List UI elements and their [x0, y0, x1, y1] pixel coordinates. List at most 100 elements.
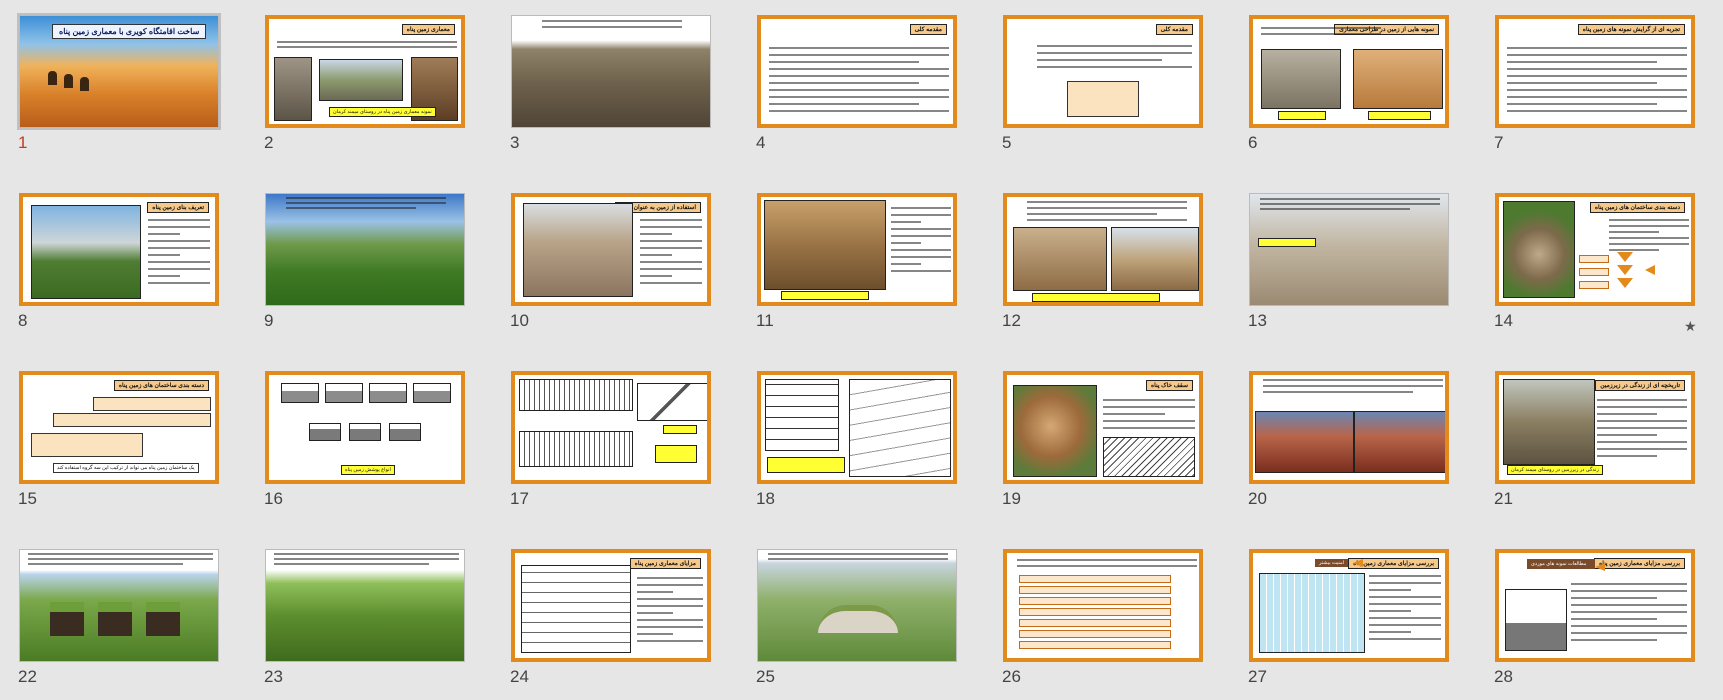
caption-box: [1278, 111, 1326, 120]
text-line: [1261, 27, 1381, 29]
slide-thumbnail-21[interactable]: تاریخچه ای از زندگی در زیرزمین زندگی در ز…: [1495, 371, 1695, 484]
text-line: [769, 68, 949, 70]
slide-thumbnail-28[interactable]: بررسی مزایای معماری زمین پناه مطالعات نمو…: [1495, 549, 1695, 662]
text-line: [640, 233, 672, 235]
slide-thumbnail-11[interactable]: [757, 193, 957, 306]
slide-thumbnail-8[interactable]: تعریف بنای زمین پناه: [19, 193, 219, 306]
slide-number: 1: [18, 133, 28, 152]
text-line: [1597, 441, 1687, 443]
text-line: [148, 226, 210, 228]
slide-thumbnail-13[interactable]: [1249, 193, 1449, 306]
slide-thumbnail-16[interactable]: انواع پوشش زمین پناه: [265, 371, 465, 484]
slide-thumbnail-26[interactable]: [1003, 549, 1203, 662]
slide-thumbnail-14[interactable]: دسته بندی ساختمان های زمین پناه: [1495, 193, 1695, 306]
section-diagram: [521, 565, 631, 653]
city-photo: [1250, 194, 1448, 305]
chevron-down-icon: [1617, 278, 1633, 288]
text-line: [1263, 379, 1443, 381]
caption-box: [767, 457, 845, 473]
list-box: [1019, 619, 1171, 627]
slide-number: 16: [264, 489, 283, 508]
slide-thumbnail-20[interactable]: [1249, 371, 1449, 484]
text-line: [1507, 54, 1687, 56]
text-line: [637, 612, 673, 614]
text-line: [891, 270, 951, 272]
slide-thumbnail-17[interactable]: [511, 371, 711, 484]
text-line: [1027, 207, 1187, 209]
text-line: [148, 254, 180, 256]
text-line: [1609, 231, 1659, 233]
text-line: [1369, 617, 1441, 619]
text-line: [1609, 249, 1659, 251]
slide-thumbnail-5[interactable]: مقدمه کلی: [1003, 15, 1203, 128]
slide-thumbnail-2[interactable]: معماری زمین پناه نمونه معماری زمین پناه د…: [265, 15, 465, 128]
text-line: [1369, 589, 1411, 591]
text-line: [1263, 391, 1413, 393]
text-line: [148, 219, 210, 221]
slide-title: تاریخچه ای از زندگی در زیرزمین: [1595, 380, 1685, 391]
text-line: [148, 247, 210, 249]
slide-thumbnail-9[interactable]: [265, 193, 465, 306]
category-box: [1579, 268, 1609, 276]
slide-thumbnail-24[interactable]: مزایای معماری زمین پناه: [511, 549, 711, 662]
slide-thumbnail-7[interactable]: تجربه ای از گرایش نمونه های زمین پناه: [1495, 15, 1695, 128]
text-line: [274, 553, 459, 555]
text-line: [148, 268, 210, 270]
slide-thumbnail-1[interactable]: ساخت اقامتگاه کویری با معماری زمین پناه: [19, 15, 219, 128]
slide-number: 19: [1002, 489, 1021, 508]
text-line: [891, 242, 921, 244]
text-line: [1037, 59, 1162, 61]
slide-thumbnail-6[interactable]: نمونه هایی از زمین در طراحی معماری: [1249, 15, 1449, 128]
text-line: [1571, 618, 1657, 620]
text-line: [1609, 243, 1689, 245]
slide-thumbnail-4[interactable]: مقدمه کلی: [757, 15, 957, 128]
slide-thumbnail-10[interactable]: استفاده از زمین به عنوان عایق: [511, 193, 711, 306]
slide-thumbnail-18[interactable]: [757, 371, 957, 484]
text-line: [286, 202, 446, 204]
photo-dune-house: [523, 203, 633, 297]
slide-thumbnail-23[interactable]: [265, 549, 465, 662]
house-shape: [818, 605, 898, 633]
text-line: [1507, 75, 1687, 77]
text-line: [28, 553, 213, 555]
text-line: [1597, 434, 1657, 436]
slide-number: 5: [1002, 133, 1012, 152]
caption-box: [781, 291, 869, 300]
text-line: [1027, 201, 1187, 203]
photo-courtyard: [1013, 227, 1107, 291]
slide-title: مقدمه کلی: [1155, 24, 1193, 35]
text-line: [637, 640, 703, 642]
slide-thumbnail-15[interactable]: دسته بندی ساختمان های زمین پناه یک ساختما…: [19, 371, 219, 484]
label-box: امنیت بیشتر: [1315, 559, 1349, 567]
text-line: [640, 261, 702, 263]
text-line: [1369, 610, 1411, 612]
slide-number: 26: [1002, 667, 1021, 686]
text-line: [1507, 103, 1657, 105]
slide-thumbnail-27[interactable]: بررسی مزایای معماری زمین پناه امنیت بیشتر: [1249, 549, 1449, 662]
text-line: [640, 219, 702, 221]
slide-thumbnail-25[interactable]: [757, 549, 957, 662]
caption-box: [1032, 293, 1160, 302]
slide-thumbnail-3[interactable]: [511, 15, 711, 128]
text-line: [1571, 604, 1687, 606]
slide-title: بررسی مزایای معماری زمین پناه: [1594, 558, 1685, 569]
rocky-photo: [512, 16, 710, 127]
text-line: [286, 197, 446, 199]
animation-star-icon[interactable]: ★: [1684, 318, 1697, 335]
text-line: [891, 214, 951, 216]
section-drawing: [349, 423, 381, 441]
slide-thumbnail-22[interactable]: [19, 549, 219, 662]
text-line: [1597, 399, 1687, 401]
section-drawing: [325, 383, 363, 403]
roof-sketch: [1103, 437, 1195, 477]
text-line: [1507, 61, 1657, 63]
slide-title: معماری زمین پناه: [401, 24, 455, 35]
slide-number: 6: [1248, 133, 1258, 152]
text-line: [1103, 399, 1195, 401]
section-sketch: [1013, 385, 1097, 477]
slide-thumbnail-12[interactable]: [1003, 193, 1203, 306]
slide-thumbnail-19[interactable]: سقف خاک پناه: [1003, 371, 1203, 484]
caption-box: [655, 445, 697, 463]
text-line: [1571, 583, 1687, 585]
text-box: [31, 433, 143, 457]
